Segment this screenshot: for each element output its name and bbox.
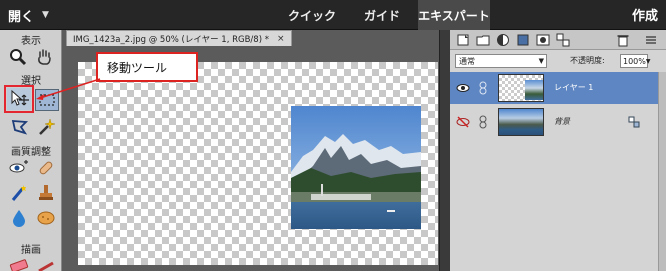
document-tab-title: IMG_1423a_2.jpg @ 50% (レイヤー 1, RGB/8) * [73, 34, 269, 45]
document-tab[interactable]: IMG_1423a_2.jpg @ 50% (レイヤー 1, RGB/8) * … [66, 30, 292, 46]
red-eye-tool[interactable] [7, 157, 31, 179]
link-icon[interactable] [478, 115, 488, 129]
layer-mask-icon[interactable] [536, 33, 550, 47]
tab-expert[interactable]: エキスパート [418, 0, 490, 30]
smart-brush-tool[interactable] [7, 182, 31, 204]
layer-name: 背景 [554, 117, 570, 126]
lasso-icon [11, 120, 29, 135]
healing-brush-tool[interactable] [34, 157, 58, 179]
tab-guided[interactable]: ガイド [356, 0, 408, 30]
hand-icon [38, 49, 51, 65]
move-tool-callout: 移動ツール [96, 52, 198, 82]
document-canvas[interactable] [78, 62, 438, 265]
toolbox-section-select: 選択 [21, 76, 41, 87]
new-layer-icon[interactable] [456, 33, 470, 47]
toolbox-section-draw: 描画 [21, 245, 41, 256]
blend-mode-select[interactable]: 通常 ▼ [455, 54, 547, 68]
eraser-icon [9, 259, 29, 271]
link-icon[interactable] [478, 81, 488, 95]
blur-tool[interactable] [7, 207, 31, 229]
layer-row-background[interactable]: 背景 [450, 106, 666, 138]
trash-icon[interactable] [616, 33, 630, 47]
healing-brush-icon [39, 161, 53, 175]
create-button[interactable]: 作成 [632, 5, 658, 25]
move-icon [11, 89, 29, 106]
clone-stamp-tool[interactable] [34, 182, 58, 204]
fill-layer-icon[interactable] [516, 33, 530, 47]
brush-icon [38, 261, 54, 271]
tab-quick[interactable]: クイック [280, 0, 344, 30]
toolbox-section-enhance: 画質調整 [11, 147, 51, 158]
layer-thumbnail [498, 74, 544, 102]
zoom-icon [10, 49, 27, 66]
layer-thumbnail [498, 108, 544, 136]
layer-row-layer1[interactable]: レイヤー 1 [450, 72, 666, 104]
chevron-down-icon: ▼ [538, 57, 544, 65]
lasso-tool[interactable] [8, 116, 32, 138]
blend-mode-value: 通常 [459, 56, 475, 66]
new-group-icon[interactable] [476, 33, 490, 47]
hidden-eye-icon[interactable] [456, 116, 470, 128]
toolbox: 表示 選択 画質調整 描画 [0, 30, 62, 271]
layer-name: レイヤー 1 [554, 83, 594, 92]
chevron-down-icon: ▼ [645, 57, 651, 65]
blur-icon [13, 210, 25, 227]
open-label: 開く [8, 9, 35, 25]
magic-wand-icon [39, 118, 56, 135]
opacity-value: 100% [623, 56, 646, 66]
chevron-down-icon: ▼ [42, 10, 49, 20]
top-menu-bar: 開く ▼ クイック ガイド エキスパート 作成 [0, 0, 666, 30]
layers-scrollbar[interactable] [658, 72, 666, 271]
layers-panel: 通常 ▼ 不透明度: 100% ▼ レイヤー 1 背景 [450, 30, 666, 271]
magic-wand-tool[interactable] [34, 116, 58, 138]
layers-toolbar [450, 30, 666, 50]
marquee-icon [39, 94, 55, 106]
lock-icon[interactable] [628, 116, 640, 128]
visibility-eye-icon[interactable] [456, 82, 470, 94]
marquee-tool[interactable] [35, 89, 59, 111]
opacity-field[interactable]: 100% ▼ [620, 54, 651, 68]
move-tool[interactable] [4, 85, 34, 113]
red-eye-icon [9, 160, 28, 173]
document-vertical-scrollbar[interactable] [439, 30, 450, 271]
adjustment-layer-icon[interactable] [496, 33, 510, 47]
lock-transparency-icon[interactable] [556, 33, 570, 47]
brush-tool[interactable] [34, 255, 58, 271]
close-icon[interactable]: × [277, 34, 285, 44]
open-button[interactable]: 開く ▼ [8, 5, 49, 25]
layer-photo-mountain-lake [291, 106, 421, 229]
eraser-tool[interactable] [7, 255, 31, 271]
smart-brush-icon [11, 185, 26, 201]
hand-tool[interactable] [32, 46, 56, 68]
toolbox-section-view: 表示 [21, 36, 41, 47]
panel-menu-icon[interactable] [644, 33, 658, 47]
sponge-tool[interactable] [34, 207, 58, 229]
sponge-icon [37, 211, 55, 225]
clone-stamp-icon [39, 185, 53, 200]
opacity-label: 不透明度: [570, 56, 605, 65]
zoom-tool[interactable] [6, 46, 30, 68]
